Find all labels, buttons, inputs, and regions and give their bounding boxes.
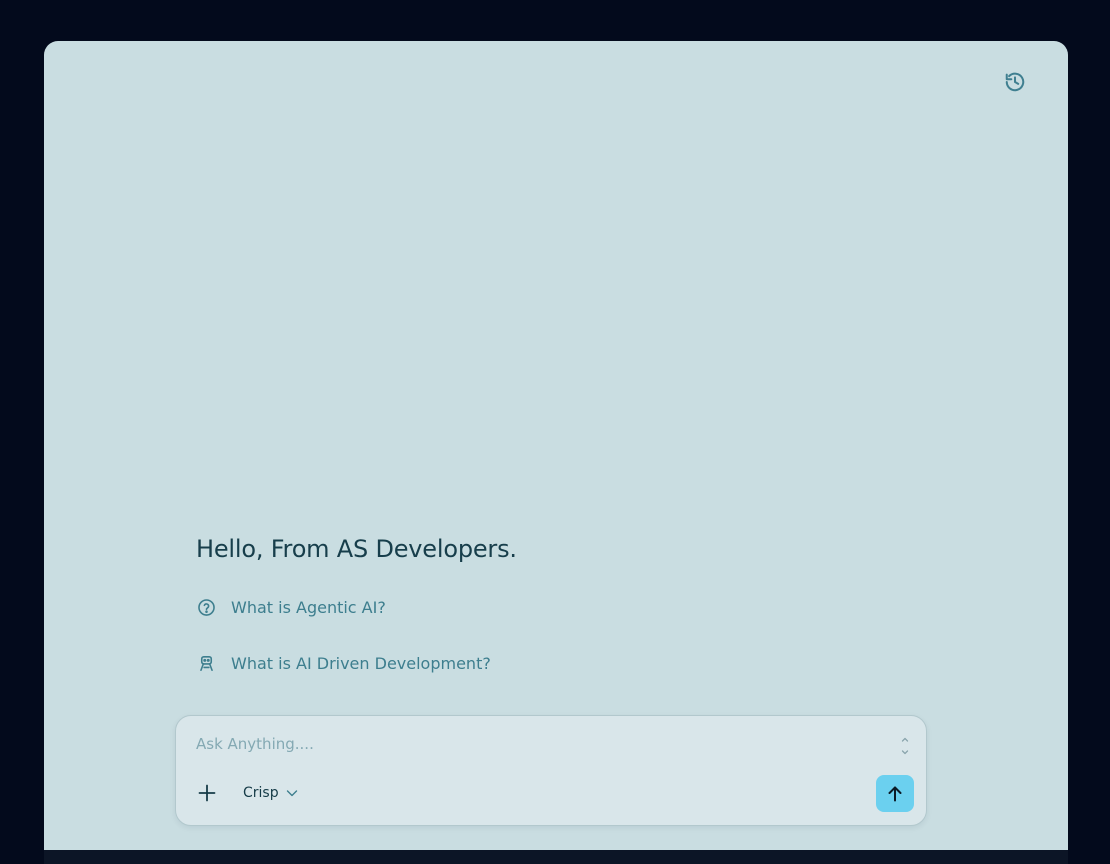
bottom-strip <box>44 850 1068 864</box>
suggestion-ai-driven-development[interactable]: What is AI Driven Development? <box>196 651 491 675</box>
history-button[interactable] <box>1003 70 1027 94</box>
send-button[interactable] <box>876 775 914 812</box>
question-circle-icon <box>196 597 216 617</box>
model-selector-label: Crisp <box>243 785 279 801</box>
sort-arrows-icon <box>901 737 909 755</box>
add-attachment-button[interactable] <box>196 782 218 804</box>
chevron-down-icon <box>286 790 297 797</box>
plus-icon <box>198 784 216 802</box>
message-composer: Crisp <box>175 715 927 826</box>
history-icon <box>1005 72 1025 92</box>
suggestion-agentic-ai[interactable]: What is Agentic AI? <box>196 595 386 619</box>
suggestion-label: What is AI Driven Development? <box>231 653 491 673</box>
textarea-resize-arrows[interactable] <box>900 736 910 756</box>
suggestion-label: What is Agentic AI? <box>231 597 386 617</box>
greeting-heading: Hello, From AS Developers. <box>196 535 517 563</box>
robot-icon <box>196 653 216 673</box>
ask-input[interactable] <box>196 732 886 756</box>
model-selector[interactable]: Crisp <box>243 782 299 804</box>
arrow-up-icon <box>888 786 902 801</box>
